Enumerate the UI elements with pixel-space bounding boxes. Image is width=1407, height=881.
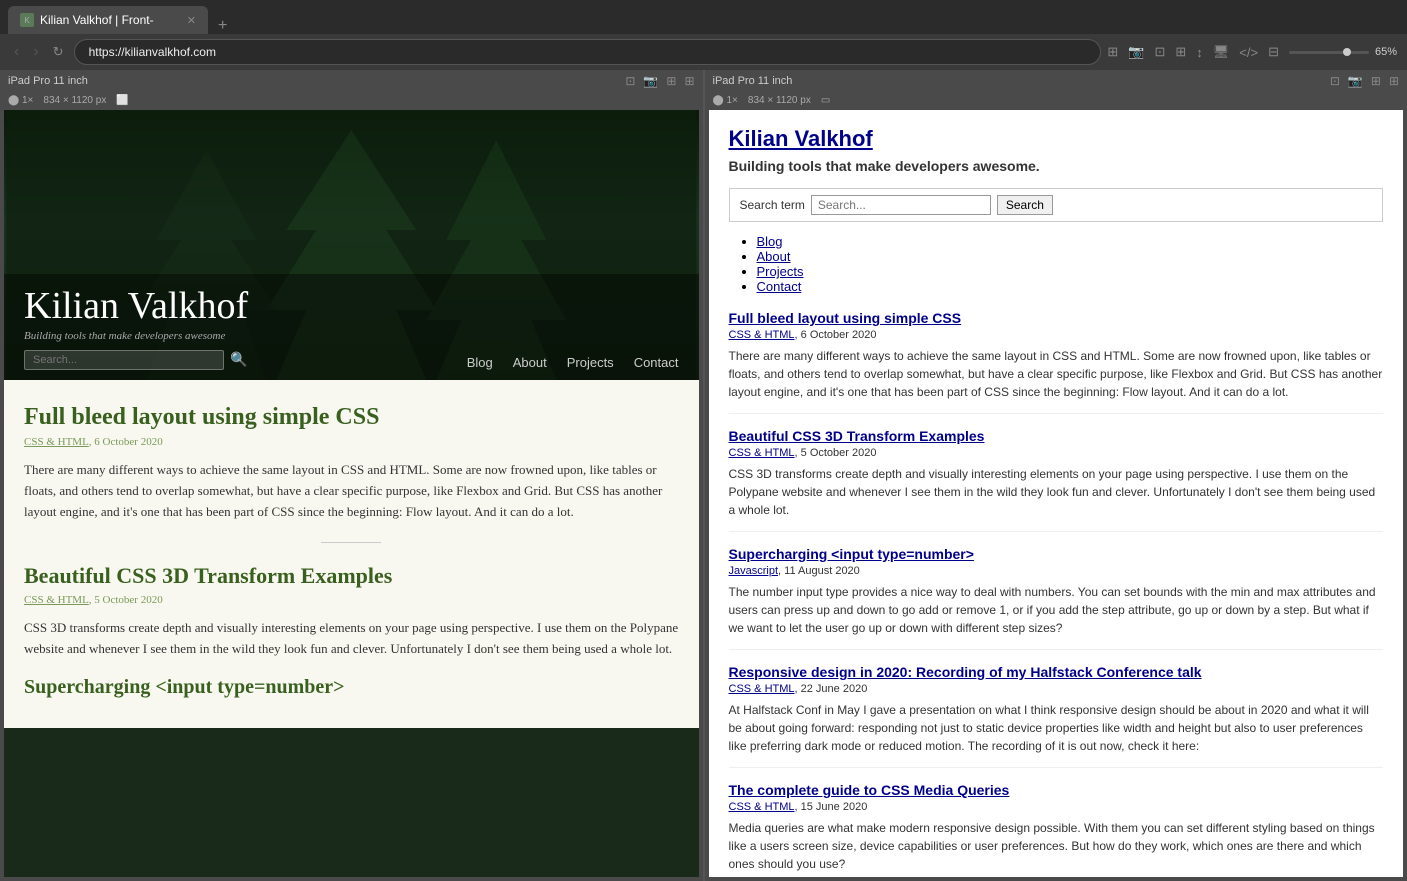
light-tagline: Building tools that make developers awes… bbox=[729, 158, 1384, 174]
article-item-5: The complete guide to CSS Media Queries … bbox=[729, 782, 1384, 877]
forward-button[interactable]: › bbox=[29, 41, 42, 63]
left-site-frame[interactable]: Kilian Valkhof Building tools that make … bbox=[4, 110, 699, 877]
left-viewport: iPad Pro 11 inch ⊡ 📷 ⊞ ⊞ ⬤ 1× 834 × 1120… bbox=[0, 70, 703, 881]
light-nav-contact[interactable]: Contact bbox=[757, 279, 802, 294]
left-device-name: iPad Pro 11 inch bbox=[8, 75, 88, 87]
right-site-frame[interactable]: Kilian Valkhof Building tools that make … bbox=[709, 110, 1404, 877]
new-tab-button[interactable]: + bbox=[208, 18, 237, 34]
search-label: Search term bbox=[740, 198, 805, 212]
dark-article2-meta: CSS & HTML, 5 October 2020 bbox=[24, 594, 679, 606]
article-item-2: Beautiful CSS 3D Transform Examples CSS … bbox=[729, 428, 1384, 532]
article1-excerpt: There are many different ways to achieve… bbox=[729, 347, 1384, 401]
article5-link[interactable]: The complete guide to CSS Media Queries bbox=[729, 782, 1384, 798]
dark-article1-meta: CSS & HTML, 6 October 2020 bbox=[24, 436, 679, 448]
article1-meta: CSS & HTML, 6 October 2020 bbox=[729, 329, 1384, 341]
dark-article1-title[interactable]: Full bleed layout using simple CSS bbox=[24, 404, 679, 431]
left-capture-icon[interactable]: ⊡ bbox=[625, 74, 635, 88]
zoom-level: 65% bbox=[1375, 46, 1397, 58]
left-resolution: 834 × 1120 px bbox=[43, 95, 106, 106]
right-layers-icon[interactable]: ⊞ bbox=[1389, 74, 1399, 88]
devices-icon[interactable]: ⊞ bbox=[1107, 44, 1118, 60]
back-button[interactable]: ‹ bbox=[10, 41, 23, 63]
article2-excerpt: CSS 3D transforms create depth and visua… bbox=[729, 465, 1384, 519]
article2-meta: CSS & HTML, 5 October 2020 bbox=[729, 447, 1384, 459]
right-scale: ⬤ 1× bbox=[713, 95, 738, 106]
article4-link[interactable]: Responsive design in 2020: Recording of … bbox=[729, 664, 1384, 680]
dark-nav-blog[interactable]: Blog bbox=[467, 355, 493, 370]
light-nav-about[interactable]: About bbox=[757, 249, 791, 264]
article5-meta: CSS & HTML, 15 June 2020 bbox=[729, 801, 1384, 813]
light-nav: Blog About Projects Contact bbox=[729, 234, 1384, 294]
left-scale: ⬤ 1× bbox=[8, 95, 33, 106]
left-screenshot-icon[interactable]: 📷 bbox=[643, 74, 658, 88]
crop-icon[interactable]: ⊡ bbox=[1154, 44, 1165, 60]
dark-nav-about[interactable]: About bbox=[513, 355, 547, 370]
tab-title: Kilian Valkhof | Front- bbox=[40, 13, 154, 27]
right-viewport: iPad Pro 11 inch ⊡ 📷 ⊞ ⊞ ⬤ 1× 834 × 1120… bbox=[705, 70, 1407, 881]
right-device-name: iPad Pro 11 inch bbox=[713, 75, 793, 87]
left-device-icon: ⬜ bbox=[116, 95, 128, 106]
tab-close-icon[interactable]: ✕ bbox=[187, 14, 196, 27]
dark-nav-contact[interactable]: Contact bbox=[634, 355, 679, 370]
article-item-1: Full bleed layout using simple CSS CSS &… bbox=[729, 310, 1384, 414]
left-crop2-icon[interactable]: ⊞ bbox=[666, 74, 676, 88]
search-row: Search term Search bbox=[729, 188, 1384, 222]
article2-link[interactable]: Beautiful CSS 3D Transform Examples bbox=[729, 428, 1384, 444]
right-resolution: 834 × 1120 px bbox=[748, 95, 811, 106]
search-button[interactable]: Search bbox=[997, 195, 1053, 215]
light-site-title[interactable]: Kilian Valkhof bbox=[729, 126, 1384, 152]
dark-article2-title[interactable]: Beautiful CSS 3D Transform Examples bbox=[24, 563, 679, 589]
right-crop-icon[interactable]: ⊞ bbox=[1371, 74, 1381, 88]
right-screenshot-icon[interactable]: 📷 bbox=[1348, 74, 1363, 88]
panel-icon[interactable]: ⊟ bbox=[1268, 44, 1279, 60]
layers-icon[interactable]: ⊞ bbox=[1175, 44, 1186, 60]
address-input[interactable] bbox=[74, 39, 1102, 65]
code-icon[interactable]: </> bbox=[1239, 45, 1258, 60]
article3-excerpt: The number input type provides a nice wa… bbox=[729, 583, 1384, 637]
sync-icon[interactable]: ↕ bbox=[1196, 45, 1203, 60]
screenshot-icon[interactable]: 📷 bbox=[1128, 44, 1144, 60]
left-layers-icon[interactable]: ⊞ bbox=[684, 74, 694, 88]
dark-article2-excerpt: CSS 3D transforms create depth and visua… bbox=[24, 618, 679, 660]
article3-link[interactable]: Supercharging <input type=number> bbox=[729, 546, 1384, 562]
dark-article3-title[interactable]: Supercharging <input type=number> bbox=[24, 676, 679, 699]
toolbar-icons: ⊞ 📷 ⊡ ⊞ ↕ 🖥 </> ⊟ 65% bbox=[1107, 44, 1397, 60]
light-nav-projects[interactable]: Projects bbox=[757, 264, 804, 279]
dark-article1-excerpt: There are many different ways to achieve… bbox=[24, 460, 679, 522]
dark-nav-projects[interactable]: Projects bbox=[567, 355, 614, 370]
article1-link[interactable]: Full bleed layout using simple CSS bbox=[729, 310, 1384, 326]
article4-meta: CSS & HTML, 22 June 2020 bbox=[729, 683, 1384, 695]
right-device-icon: ▭ bbox=[821, 95, 830, 106]
articles-list: Full bleed layout using simple CSS CSS &… bbox=[729, 310, 1384, 877]
zoom-control: 65% bbox=[1289, 46, 1397, 58]
monitor-icon[interactable]: 🖥 bbox=[1213, 44, 1230, 60]
active-tab[interactable]: K Kilian Valkhof | Front- ✕ bbox=[8, 6, 208, 34]
dark-search-input[interactable] bbox=[24, 350, 224, 370]
article3-meta: Javascript, 11 August 2020 bbox=[729, 565, 1384, 577]
article4-excerpt: At Halfstack Conf in May I gave a presen… bbox=[729, 701, 1384, 755]
reload-button[interactable]: ↻ bbox=[49, 42, 68, 62]
article-item-4: Responsive design in 2020: Recording of … bbox=[729, 664, 1384, 768]
light-nav-blog[interactable]: Blog bbox=[757, 234, 783, 249]
search-input[interactable] bbox=[811, 195, 991, 215]
right-capture-icon[interactable]: ⊡ bbox=[1330, 74, 1340, 88]
tab-favicon: K bbox=[20, 13, 34, 27]
article5-excerpt: Media queries are what make modern respo… bbox=[729, 819, 1384, 873]
article-item-3: Supercharging <input type=number> Javasc… bbox=[729, 546, 1384, 650]
